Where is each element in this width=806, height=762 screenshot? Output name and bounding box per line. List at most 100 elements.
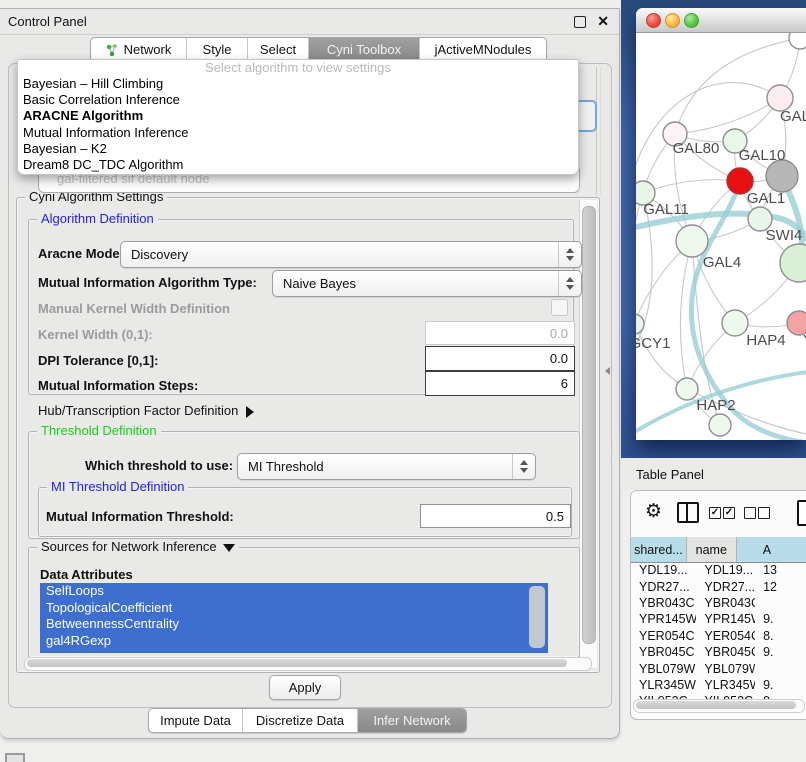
table-cell: 9. — [755, 612, 806, 626]
network-node-bottom-node[interactable] — [709, 414, 731, 436]
attributes-scrollbar-thumb[interactable] — [529, 586, 545, 648]
bottom-tabbar: Impute Data Discretize DataInfer Network — [148, 708, 467, 733]
apply-button[interactable]: Apply — [269, 675, 341, 700]
settings-horizontal-scrollbar-thumb[interactable] — [27, 659, 567, 667]
network-node-green-right[interactable] — [780, 244, 806, 282]
network-edge[interactable] — [636, 83, 780, 183]
algorithm-popup-item[interactable]: ARACNE Algorithm — [18, 108, 578, 124]
network-node-GAL4[interactable] — [676, 225, 708, 257]
algorithm-popup-item[interactable]: Bayesian – Hill Climbing — [18, 76, 578, 92]
network-window-titlebar[interactable] — [636, 8, 806, 33]
data-attributes-list[interactable]: SelfLoopsTopologicalCoefficientBetweenne… — [40, 583, 548, 653]
mi-threshold-input[interactable]: 0.5 — [420, 504, 571, 528]
table-row[interactable]: YER054CYER054C8. — [631, 628, 806, 644]
table-cell: YBR043C — [696, 596, 755, 610]
data-attribute-item[interactable]: TopologicalCoefficient — [40, 600, 548, 617]
network-node-HAP4[interactable] — [722, 310, 748, 336]
kernel-width-input[interactable]: 0.0 — [425, 321, 575, 345]
which-threshold-combobox[interactable]: MI Threshold — [237, 453, 536, 480]
disclosure-down-icon — [223, 544, 235, 552]
table-cell: YDL19... — [631, 563, 696, 577]
tab-network[interactable]: Network — [91, 38, 186, 61]
table-panel-titlebar: Table Panel — [621, 458, 806, 490]
gear-icon[interactable]: ⚙ — [645, 500, 662, 522]
settings-vertical-scrollbar-thumb[interactable] — [582, 206, 596, 644]
splitter-collapse-icon[interactable] — [605, 367, 610, 375]
close-icon[interactable]: ✕ — [597, 13, 609, 30]
mi-algorithm-type-combobox[interactable]: Naive Bayes — [272, 270, 582, 297]
hub-definition-label: Hub/Transcription Factor Definition — [38, 403, 238, 418]
table-cell: YBR045C — [696, 645, 755, 659]
table-row[interactable]: YDR27...YDR27...12 — [631, 578, 806, 594]
tab-select[interactable]: Select — [247, 38, 308, 61]
table-row[interactable]: YDL19...YDL19...13 — [631, 562, 806, 578]
table-horizontal-scrollbar[interactable] — [633, 699, 805, 713]
tab-style[interactable]: Style — [186, 38, 247, 61]
settings-vertical-scrollbar[interactable] — [579, 200, 597, 668]
table-body: YDL19...YDL19...13YDR27...YDR27...12YBR0… — [631, 562, 806, 699]
table-column-header[interactable]: name — [687, 537, 737, 562]
mi-steps-input[interactable]: 6 — [425, 371, 575, 396]
zoom-traffic-light-icon[interactable] — [684, 13, 699, 28]
threshold-definition-title: Threshold Definition — [37, 423, 161, 438]
network-node-HAP2[interactable] — [676, 378, 698, 400]
dpi-tolerance-input[interactable]: 0.0 — [425, 346, 575, 371]
table-cell: YDL19... — [696, 563, 755, 577]
select-all-checkbox-icon[interactable]: ✓ — [723, 507, 735, 519]
sources-disclosure[interactable]: Sources for Network Inference — [37, 539, 239, 554]
docked-window-icon[interactable] — [5, 753, 25, 762]
table-horizontal-scrollbar-thumb[interactable] — [636, 701, 796, 709]
aracne-mode-combobox[interactable]: Discovery — [120, 241, 582, 268]
table-column-header[interactable]: A — [737, 537, 806, 562]
bottom-tab-impute-data[interactable]: Impute Data — [149, 709, 242, 732]
table-row[interactable]: YLR345WYLR345W9. — [631, 677, 806, 693]
background-groupbox-edge — [596, 67, 601, 195]
tab-label: Impute Data — [160, 713, 231, 728]
data-attribute-item[interactable]: SelfLoops — [40, 583, 548, 600]
algorithm-popup-item[interactable]: Basic Correlation Inference — [18, 92, 578, 108]
manual-kernel-width-checkbox[interactable] — [551, 299, 568, 316]
select-all-checkbox-icon[interactable]: ✓ — [709, 507, 721, 519]
network-canvas[interactable]: GALGAL80GAL10GAL1GAL11SWI4GAL4GCY1HAP4YH… — [636, 33, 806, 440]
data-attribute-item[interactable]: BetweennessCentrality — [40, 616, 548, 633]
table-column-header[interactable]: shared... — [631, 537, 687, 562]
table-row[interactable]: YBR045CYBR045C9. — [631, 644, 806, 660]
network-node-top-partial[interactable] — [789, 33, 806, 49]
deselect-all-checkbox-icon[interactable] — [758, 507, 770, 519]
network-edge[interactable] — [643, 180, 740, 193]
minimize-traffic-light-icon[interactable] — [665, 13, 680, 28]
disclosure-right-icon — [246, 406, 254, 418]
data-attribute-item[interactable]: gal4RGexp — [40, 633, 548, 650]
deselect-all-checkbox-icon[interactable] — [744, 507, 756, 519]
network-node-GCY1[interactable] — [636, 314, 644, 334]
algorithm-popup-item[interactable]: Bayesian – K2 — [18, 141, 578, 157]
network-edge[interactable] — [636, 193, 643, 324]
network-edge[interactable] — [675, 98, 780, 134]
float-window-icon[interactable] — [574, 16, 586, 28]
show-columns-icon[interactable] — [677, 502, 699, 523]
network-canvas-container[interactable]: GALGAL80GAL10GAL1GAL11SWI4GAL4GCY1HAP4YH… — [636, 33, 806, 440]
kernel-width-label: Kernel Width (0,1): — [38, 327, 153, 342]
combobox-stepper-icon — [512, 454, 535, 479]
bottom-tab-infer-network[interactable]: Infer Network — [357, 709, 466, 732]
algorithm-popup-item[interactable]: Dream8 DC_TDC Algorithm — [18, 157, 578, 173]
network-node-label: HAP2 — [696, 397, 735, 414]
network-edge[interactable] — [636, 324, 687, 389]
settings-horizontal-scrollbar[interactable] — [24, 657, 592, 671]
bottom-tab-discretize-data[interactable]: Discretize Data — [242, 709, 357, 732]
hub-definition-disclosure[interactable]: Hub/Transcription Factor Definition — [38, 403, 254, 418]
close-traffic-light-icon[interactable] — [646, 13, 661, 28]
mi-steps-label: Mutual Information Steps: — [38, 378, 198, 393]
control-panel-titlebar: Control Panel ✕ — [0, 9, 619, 35]
network-node-gray-node[interactable] — [766, 160, 798, 192]
tab-cyni-toolbox[interactable]: Cyni Toolbox — [308, 38, 419, 61]
new-column-icon[interactable] — [797, 500, 806, 526]
mi-threshold-group-title: MI Threshold Definition — [47, 479, 188, 494]
table-row[interactable]: YBL079WYBL079W — [631, 660, 806, 676]
tab-jactivemnodules[interactable]: jActiveMNodules — [419, 38, 546, 61]
table-row[interactable]: YPR145WYPR145W9. — [631, 611, 806, 627]
aracne-mode-label: Aracne Mode: — [38, 246, 124, 261]
table-row[interactable]: YBR043CYBR043C — [631, 595, 806, 611]
table-panel-title: Table Panel — [636, 467, 704, 482]
algorithm-popup-item[interactable]: Mutual Information Inference — [18, 125, 578, 141]
